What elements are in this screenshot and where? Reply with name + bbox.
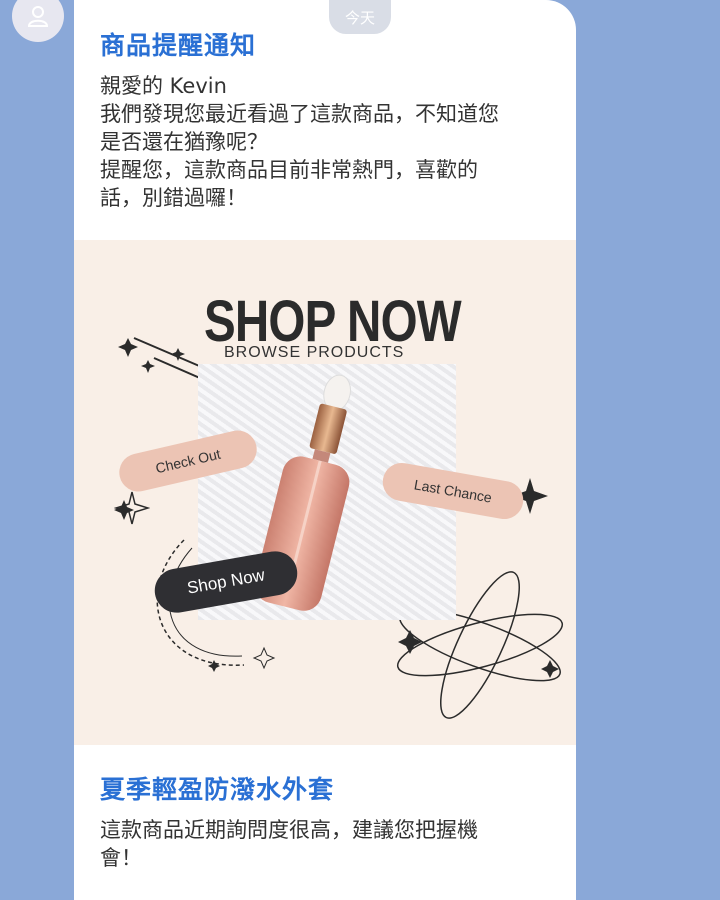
avatar[interactable] [12,0,64,42]
greeting-line: 親愛的 Kevin [100,74,227,98]
message-body: 親愛的 Kevin 我們發現您最近看過了這款商品，不知道您 是否還在猶豫呢？ 提… [100,72,560,212]
banner-tagline: BROWSE PRODUCTS [224,344,405,361]
product-name: 夏季輕盈防潑水外套 [100,775,335,804]
product-description: 這款商品近期詢問度很高，建議您把握機 會！ [100,818,478,870]
body-line: 我們發現您最近看過了這款商品，不知道您 是否還在猶豫呢？ [100,102,499,154]
promo-banner-image[interactable]: SHOP NOW BROWSE PRODUCTS Check Out Last … [74,240,576,745]
message-title: 商品提醒通知 [100,31,257,60]
date-separator: 今天 [329,0,391,34]
body-line: 提醒您，這款商品目前非常熱門，喜歡的 話，別錯過囉！ [100,158,478,210]
user-icon [27,6,49,27]
sparkle-left-icon [114,491,150,525]
message-card[interactable]: 商品提醒通知 親愛的 Kevin 我們發現您最近看過了這款商品，不知道您 是否還… [74,0,576,900]
